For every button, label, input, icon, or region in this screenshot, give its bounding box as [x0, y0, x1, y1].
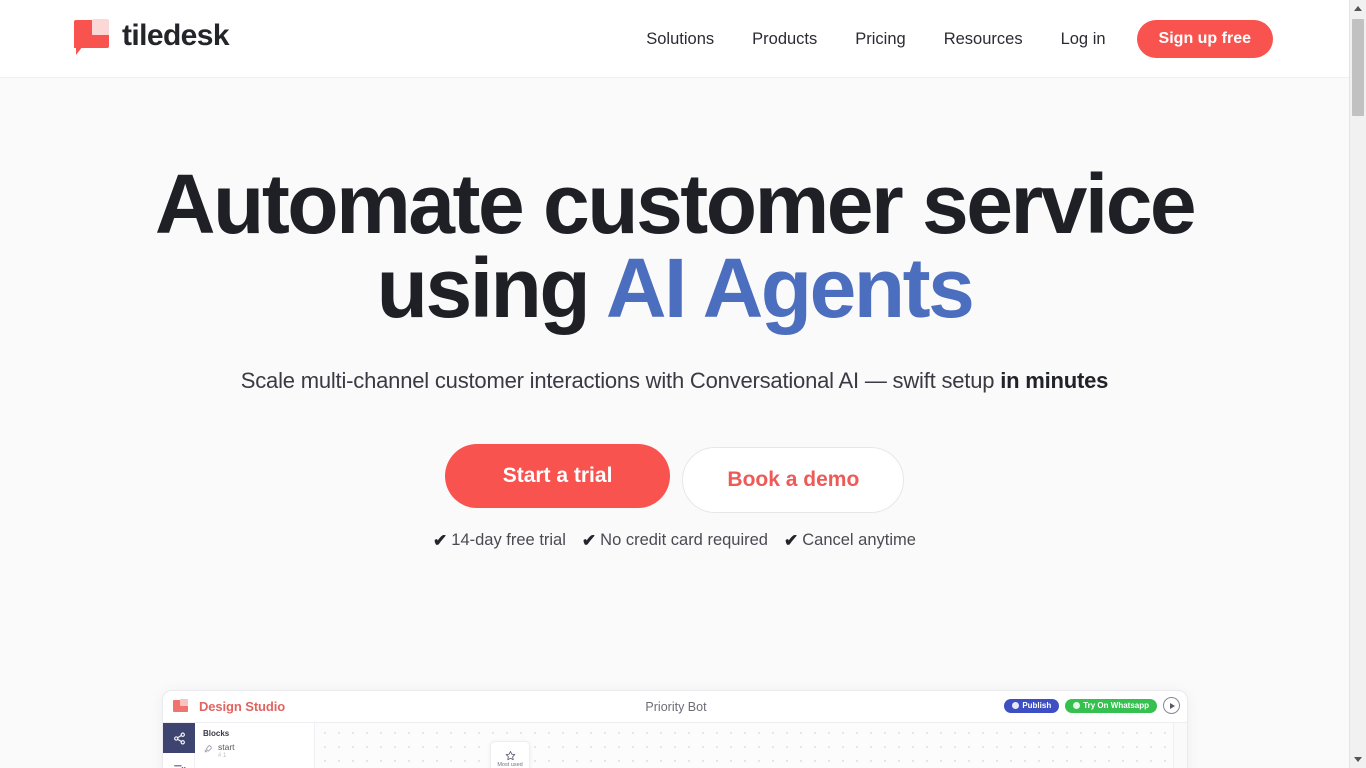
start-trial-button[interactable]: Start a trial [444, 444, 671, 508]
signup-free-button[interactable]: Sign up free [1136, 20, 1273, 58]
block-meta: # 1 [218, 752, 227, 759]
perk-label: No credit card required [600, 531, 768, 549]
try-on-whatsapp-button[interactable]: Try On Whatsapp [1065, 698, 1157, 713]
check-icon: ✔ [433, 531, 448, 550]
scroll-down-arrow-icon[interactable] [1350, 751, 1366, 768]
filter-icon [173, 764, 185, 768]
rail-item-filter[interactable] [163, 753, 195, 768]
top-navigation-bar: tiledesk Solutions Products Pricing Reso… [0, 0, 1349, 78]
refresh-icon [1012, 702, 1020, 709]
page-title: Automate customer service using AI Agent… [0, 162, 1349, 330]
headline-accent: AI Agents [605, 241, 975, 335]
whatsapp-label: Try On Whatsapp [1083, 700, 1149, 710]
rail-item-share-nodes[interactable] [163, 723, 195, 753]
nav-link-solutions[interactable]: Solutions [627, 30, 733, 49]
product-screenshot-card: Design Studio Priority Bot Publish Try O… [162, 690, 1188, 768]
app-left-rail [163, 723, 195, 768]
headline-line-2-prefix: using [376, 241, 606, 335]
share-nodes-icon [173, 732, 185, 744]
perk-item: ✔ No credit card required [582, 531, 768, 550]
hero-subheadline: Scale multi-channel customer interaction… [0, 368, 1349, 394]
flow-canvas[interactable]: Most used Flow [315, 723, 1173, 768]
perk-item: ✔ Cancel anytime [784, 531, 916, 550]
perk-label: Cancel anytime [802, 531, 916, 549]
subheadline-text: Scale multi-channel customer interaction… [240, 368, 1001, 393]
headline-line-1: Automate customer service [154, 157, 1197, 251]
perk-item: ✔ 14-day free trial [433, 531, 566, 550]
browser-scrollbar[interactable] [1349, 0, 1366, 768]
check-icon: ✔ [581, 531, 597, 550]
hero-section: Automate customer service using AI Agent… [0, 78, 1349, 768]
app-right-strip [1173, 723, 1187, 768]
scrollbar-thumb[interactable] [1352, 19, 1364, 116]
browser-viewport: tiledesk Solutions Products Pricing Reso… [0, 0, 1349, 768]
blocks-panel-title: Blocks [203, 729, 230, 738]
whatsapp-icon [1073, 702, 1081, 709]
block-name: start [218, 742, 235, 752]
hero-perks-list: ✔ 14-day free trial ✔ No credit card req… [0, 531, 1349, 550]
nav-links: Solutions Products Pricing Resources Log… [627, 0, 1273, 78]
blocks-panel: Blocks start # 1 [195, 723, 315, 768]
nav-link-login[interactable]: Log in [1042, 30, 1125, 49]
palette-item-most-used[interactable]: Most used [493, 747, 527, 768]
app-action-buttons: Publish Try On Whatsapp [1004, 697, 1180, 714]
site-logo[interactable]: tiledesk [74, 16, 230, 56]
nav-link-resources[interactable]: Resources [925, 30, 1042, 49]
scroll-up-arrow-icon[interactable] [1350, 0, 1366, 17]
hero-cta-row: Start a trial Book a demo [0, 444, 1349, 513]
nav-link-products[interactable]: Products [733, 30, 836, 49]
subheadline-strong: in minutes [1000, 368, 1109, 393]
block-list-item[interactable]: start # 1 [203, 742, 306, 760]
app-topbar: Design Studio Priority Bot Publish Try O… [163, 691, 1187, 723]
logo-wordmark: tiledesk [122, 19, 230, 52]
star-icon [505, 750, 515, 761]
publish-label: Publish [1022, 700, 1052, 710]
check-icon: ✔ [783, 531, 799, 550]
palette-label: Most used [497, 762, 523, 768]
nav-link-pricing[interactable]: Pricing [836, 30, 924, 49]
perk-label: 14-day free trial [451, 531, 566, 549]
page-root: tiledesk Solutions Products Pricing Reso… [0, 0, 1366, 768]
book-demo-button[interactable]: Book a demo [682, 447, 905, 513]
rocket-icon [204, 745, 212, 753]
node-palette: Most used Flow [490, 741, 530, 768]
tiledesk-logo-icon [74, 16, 110, 56]
play-circle-icon[interactable] [1163, 697, 1180, 714]
publish-button[interactable]: Publish [1004, 698, 1060, 713]
